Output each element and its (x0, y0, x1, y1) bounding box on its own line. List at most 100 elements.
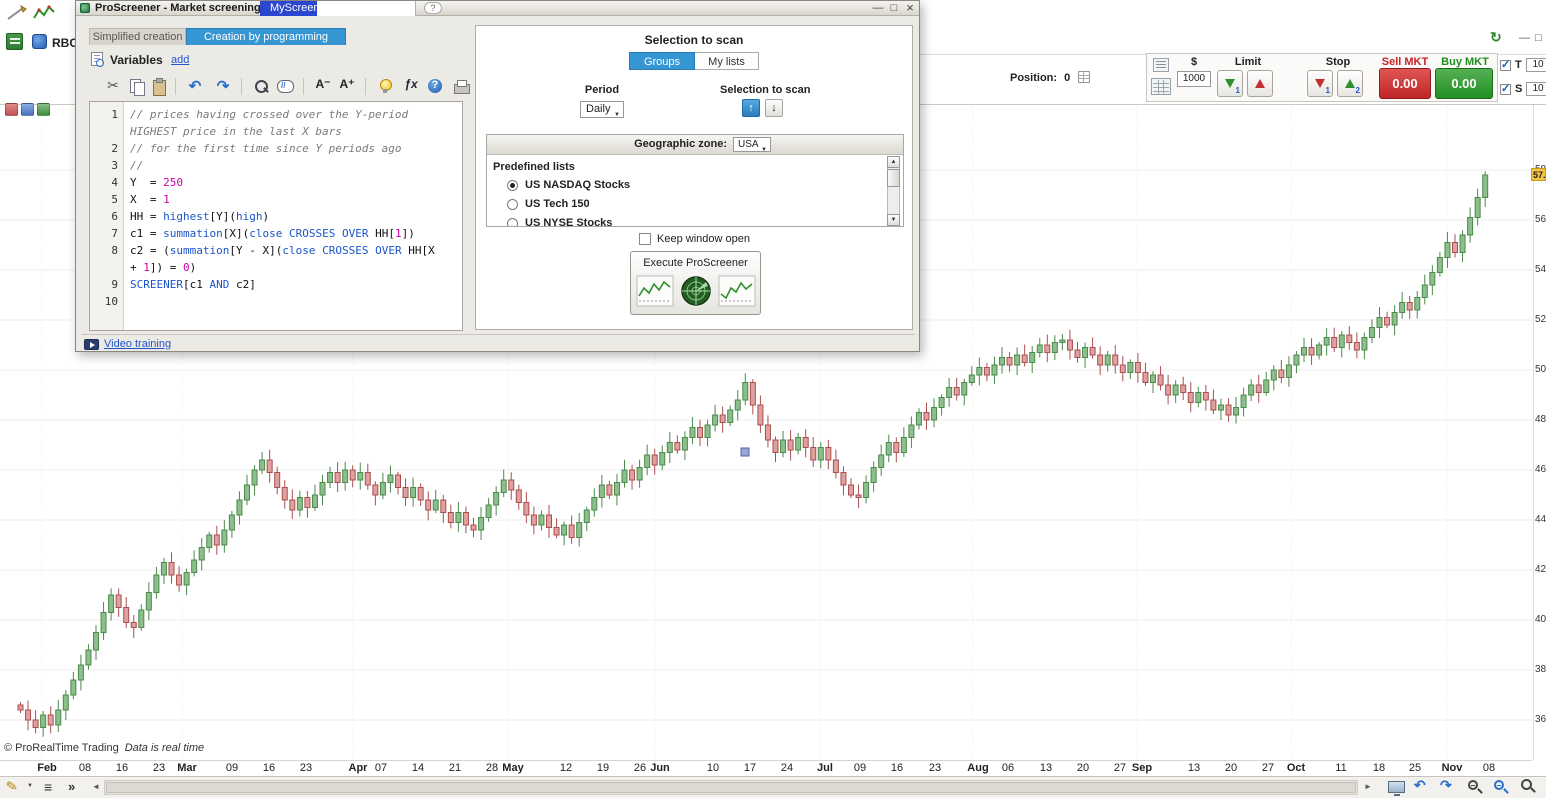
cut-icon[interactable]: ✂ (103, 77, 123, 97)
groups-toggle-button[interactable]: Groups (629, 52, 695, 70)
redo-icon[interactable]: ↷ (1440, 777, 1452, 794)
scrollbar-thumb[interactable] (106, 782, 1356, 793)
s-checkbox[interactable]: ✓ (1500, 83, 1511, 95)
time-axis[interactable]: Feb 08 16 23 Mar 09 16 23 Apr 07 14 21 28 May 12 19 26 Ju… (0, 760, 1532, 776)
time-axis-label: 19 (596, 762, 610, 774)
order-preferences-icon[interactable] (1153, 58, 1169, 72)
drawing-tool-caret-icon[interactable]: ▼ (27, 783, 33, 789)
scrollbar-thumb[interactable] (887, 169, 900, 187)
execute-proscreener-button[interactable]: Execute ProScreener (630, 251, 761, 315)
redo-icon[interactable]: ↷ (213, 77, 233, 97)
line-number: 10 (104, 295, 118, 308)
geographic-zone-select[interactable]: USA ▼ (733, 137, 771, 153)
tab-creation-by-programming[interactable]: Creation by programming (186, 28, 346, 45)
code-editor[interactable]: 1 2 3 4 5 6 7 8 9 10 // prices having crossed ove… (89, 101, 463, 331)
journal-icon[interactable] (6, 33, 23, 50)
t-checkbox[interactable]: ✓ (1500, 59, 1511, 71)
t-value-input[interactable]: 10 (1526, 58, 1546, 72)
predefined-list-option[interactable]: US Tech 150 (507, 196, 867, 215)
horizontal-scrollbar[interactable] (104, 780, 1358, 795)
undo-icon[interactable]: ↶ (185, 77, 205, 97)
video-training-link[interactable]: Video training (104, 338, 171, 350)
add-variable-link[interactable]: add (171, 54, 189, 66)
code-lines[interactable]: // prices having crossed over the Y-peri… (124, 102, 462, 330)
code-line: Y = 250 (130, 176, 183, 189)
time-axis-label: 23 (928, 762, 942, 774)
zoom-out-icon[interactable] (1468, 780, 1478, 790)
move-up-button[interactable]: ↑ (742, 99, 760, 117)
dialog-maximize-button[interactable]: □ (887, 1, 901, 15)
my-lists-toggle-button[interactable]: My lists (695, 52, 759, 70)
time-axis-label: 16 (262, 762, 276, 774)
zoom-select-icon[interactable] (1521, 779, 1532, 790)
font-increase-icon[interactable]: A⁺ (337, 77, 357, 97)
refresh-icon[interactable]: ↻ (1490, 29, 1502, 46)
bottom-bar: ✎ ▼ ≡ » ◄ ► ↶ ↷ (0, 776, 1546, 798)
dialog-minimize-button[interactable]: — (871, 1, 885, 15)
font-decrease-icon[interactable]: A⁻ (313, 77, 333, 97)
predefined-list-option[interactable]: US NYSE Stocks (507, 215, 867, 227)
prorealtime-app: RBC ↻ — □ Position: 0 $ 1000 Limit 1 Sto… (0, 0, 1546, 798)
menu-icon[interactable]: ≡ (44, 779, 52, 795)
time-axis-label: 08 (78, 762, 92, 774)
sell-stop-button[interactable]: 1 (1307, 70, 1333, 97)
code-line: HH = highest[Y](high) (130, 210, 270, 223)
line-number: 1 (111, 108, 118, 121)
sell-limit-button[interactable]: 1 (1217, 70, 1243, 97)
paste-icon[interactable] (149, 77, 169, 97)
buy-limit-button[interactable] (1247, 70, 1273, 97)
more-tools-icon[interactable]: » (68, 779, 75, 794)
main-minimize-button[interactable]: — (1519, 32, 1530, 44)
orders-table-icon[interactable] (1151, 78, 1171, 95)
dialog-titlebar[interactable]: ProScreener - Market screening MyScreene… (76, 1, 919, 16)
time-axis-label: 16 (890, 762, 904, 774)
sell-market-button[interactable]: 0.00 (1379, 68, 1431, 99)
editor-toolbar: ✂ ↶ ↷ // A⁻ A⁺ ƒx ? (89, 75, 470, 99)
time-axis-label: 09 (853, 762, 867, 774)
keep-window-open-checkbox[interactable] (639, 233, 651, 245)
undo-icon[interactable]: ↶ (1414, 777, 1426, 794)
buy-market-button[interactable]: 0.00 (1435, 68, 1493, 99)
order-options: ✓ T 10 ✓ S 10 (1500, 55, 1546, 103)
scroll-up-icon[interactable]: ▲ (887, 156, 900, 168)
zoom-in-icon[interactable] (1494, 780, 1504, 790)
list-option-label: US NYSE Stocks (525, 217, 613, 227)
chart-style-icon[interactable] (5, 103, 18, 116)
insert-function-icon[interactable]: ƒx (401, 77, 421, 97)
time-axis-label: 13 (1187, 762, 1201, 774)
print-icon[interactable] (451, 77, 471, 97)
time-axis-label: 27 (1113, 762, 1127, 774)
drawing-tool-icon[interactable]: ✎ (5, 777, 20, 796)
tab-simplified-creation[interactable]: Simplified creation (89, 28, 186, 45)
tab-new-screener[interactable] (317, 1, 416, 16)
stop-header: Stop (1325, 56, 1351, 68)
s-value-input[interactable]: 10 (1526, 82, 1546, 96)
help-icon[interactable]: ? (424, 2, 442, 14)
time-axis-label: 18 (1372, 762, 1386, 774)
zigzag-chart-icon[interactable] (32, 4, 56, 22)
order-digit: 1 (1325, 86, 1330, 95)
draw-line-tool-icon[interactable] (6, 4, 28, 22)
predefined-list-option[interactable]: US NASDAQ Stocks (507, 177, 867, 196)
period-select[interactable]: Daily ▼ (580, 101, 624, 118)
move-down-button[interactable]: ↓ (765, 99, 783, 117)
dialog-close-button[interactable]: × (903, 1, 917, 15)
time-axis-label: Aug (967, 762, 989, 774)
buy-stop-button[interactable]: 2 (1337, 70, 1363, 97)
line-number (90, 123, 123, 140)
indicator-icon[interactable] (21, 103, 34, 116)
scroll-down-icon[interactable]: ▼ (887, 214, 900, 226)
chevron-down-icon: ▼ (614, 112, 620, 118)
list-scrollbar[interactable]: ▲ ▼ (887, 156, 901, 226)
scroll-left-icon[interactable]: ◄ (92, 782, 100, 791)
scroll-right-icon[interactable]: ► (1364, 782, 1372, 791)
time-axis-label: 06 (1001, 762, 1015, 774)
price-axis[interactable]: 363840424446485052545658 (1533, 105, 1546, 760)
screen-layout-icon[interactable] (1388, 781, 1405, 796)
list-icon[interactable] (37, 103, 50, 116)
order-digit: 2 (1355, 86, 1360, 95)
main-maximize-button[interactable]: □ (1535, 32, 1542, 44)
code-line: HIGHEST price in the last X bars (130, 125, 342, 138)
quantity-input[interactable]: 1000 (1177, 71, 1211, 87)
positions-grid-icon[interactable] (1078, 71, 1091, 83)
